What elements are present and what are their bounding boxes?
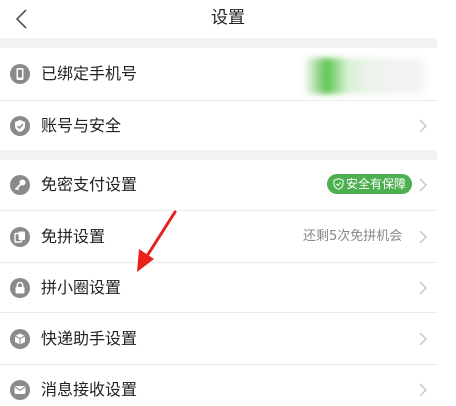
message-settings-label: 消息接收设置 xyxy=(41,380,138,399)
security-badge-text: 安全有保障 xyxy=(346,177,407,191)
copy-icon xyxy=(10,227,30,247)
page-title: 设置 xyxy=(211,8,245,28)
account-security-row[interactable]: 账号与安全 xyxy=(0,101,437,150)
chevron-right-icon xyxy=(419,119,427,133)
group-waiver-label: 免拼设置 xyxy=(41,227,106,246)
package-icon xyxy=(10,329,30,349)
waiver-remaining-hint: 还剩5次免拼机会 xyxy=(303,229,403,244)
account-security-label: 账号与安全 xyxy=(41,116,122,135)
courier-assistant-label: 快递助手设置 xyxy=(41,329,138,348)
circle-settings-row[interactable]: 拼小圈设置 xyxy=(0,263,437,312)
message-icon xyxy=(10,380,30,400)
chevron-right-icon xyxy=(419,281,427,295)
circle-settings-label: 拼小圈设置 xyxy=(41,278,122,297)
phone-icon xyxy=(10,64,30,84)
security-badge: 安全有保障 xyxy=(327,174,412,194)
section-gap xyxy=(0,150,437,160)
shield-icon xyxy=(333,178,344,190)
header: 设置 xyxy=(0,0,456,38)
password-free-payment-label: 免密支付设置 xyxy=(41,175,138,194)
bound-phone-label: 已绑定手机号 xyxy=(41,64,138,83)
chevron-right-icon xyxy=(419,383,427,397)
section-gap xyxy=(0,38,437,48)
chevron-right-icon xyxy=(419,178,427,192)
key-icon xyxy=(10,175,30,195)
chevron-right-icon xyxy=(419,332,427,346)
chevron-right-icon xyxy=(419,230,427,244)
lock-icon xyxy=(10,278,30,298)
courier-assistant-row[interactable]: 快递助手设置 xyxy=(0,313,437,364)
shield-check-icon xyxy=(10,116,30,136)
message-settings-row[interactable]: 消息接收设置 xyxy=(0,365,437,406)
masked-phone-number xyxy=(305,58,425,94)
